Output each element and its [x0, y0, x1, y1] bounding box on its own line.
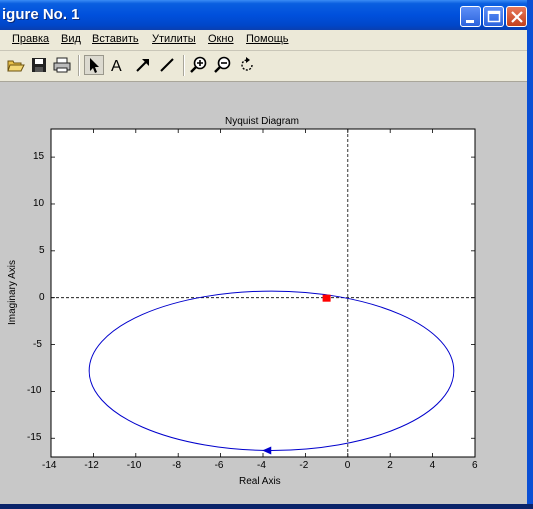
- critical-point-marker: [322, 294, 331, 302]
- minimize-button[interactable]: [460, 6, 481, 27]
- toolbar: A: [0, 51, 533, 82]
- x-tick-label: 0: [344, 460, 351, 471]
- arrow-icon: [136, 59, 149, 72]
- open-icon: [7, 60, 25, 72]
- svg-text:A: A: [111, 58, 122, 75]
- menu-bar: Правка Вид Вставить Утилиты Окно Помощь: [0, 30, 533, 51]
- maximize-button[interactable]: [483, 6, 504, 27]
- x-tick-label: 4: [429, 460, 436, 471]
- toolbar-separator: [78, 55, 80, 76]
- x-tick-label: -8: [172, 460, 182, 471]
- save-icon: [32, 58, 46, 72]
- figure-canvas: Nyquist Diagram Real Axis Imaginary Axis…: [0, 82, 533, 504]
- x-axis-label: Real Axis: [239, 476, 281, 487]
- close-icon: [511, 11, 523, 23]
- y-tick-label: 10: [33, 197, 45, 209]
- x-tick-label: -10: [126, 460, 142, 471]
- line-icon: [160, 58, 174, 72]
- x-tick-label: 2: [387, 460, 393, 471]
- menu-tools[interactable]: Утилиты: [152, 33, 196, 45]
- y-axis-label: Imaginary Axis: [7, 259, 19, 326]
- arrow-select-icon: [90, 58, 99, 73]
- chart-title: Nyquist Diagram: [225, 116, 299, 127]
- plot-axes: [50, 128, 476, 458]
- rotate-icon: [241, 57, 253, 71]
- line-tool-button[interactable]: [157, 55, 177, 75]
- x-tick-label: 6: [472, 460, 478, 471]
- x-tick-label: -14: [42, 460, 57, 471]
- menu-help[interactable]: Помощь: [246, 33, 289, 45]
- title-bar[interactable]: igure No. 1: [0, 0, 533, 30]
- arrow-tool-button[interactable]: [133, 55, 153, 75]
- minimize-icon: [466, 20, 474, 23]
- maximize-icon: [487, 10, 501, 23]
- x-tick-label: -12: [84, 460, 99, 471]
- y-tick-label: 0: [39, 291, 45, 303]
- y-tick-label: -15: [27, 432, 42, 444]
- y-tick-label: -5: [33, 338, 42, 350]
- zoom-out-button[interactable]: [213, 55, 233, 75]
- figure-window: igure No. 1 Правка Вид Вставить Утилиты …: [0, 0, 533, 504]
- y-tick-label: 15: [33, 151, 45, 163]
- rotate-button[interactable]: [237, 55, 257, 75]
- menu-window[interactable]: Окно: [208, 33, 234, 45]
- x-tick-label: -6: [214, 460, 224, 471]
- y-tick-label: -10: [27, 385, 42, 397]
- menu-edit[interactable]: Правка: [12, 33, 49, 45]
- nyquist-plot[interactable]: [0, 82, 533, 504]
- text-tool-button[interactable]: A: [108, 55, 128, 75]
- select-tool-button[interactable]: [84, 55, 104, 75]
- window-border: [527, 0, 533, 504]
- window-title: igure No. 1: [2, 6, 80, 23]
- toolbar-separator: [183, 55, 185, 76]
- open-button[interactable]: [6, 55, 26, 75]
- y-tick-label: 5: [39, 244, 45, 256]
- x-tick-label: -2: [299, 460, 309, 471]
- save-button[interactable]: [29, 55, 49, 75]
- menu-insert[interactable]: Вставить: [92, 33, 139, 45]
- zoom-out-icon: [214, 56, 231, 73]
- print-icon: [53, 57, 71, 73]
- menu-view[interactable]: Вид: [61, 33, 81, 45]
- zoom-in-button[interactable]: [189, 55, 209, 75]
- x-tick-label: -4: [257, 460, 266, 471]
- close-button[interactable]: [506, 6, 527, 27]
- zoom-in-icon: [190, 56, 207, 73]
- print-button[interactable]: [52, 55, 72, 75]
- text-icon: A: [111, 58, 122, 75]
